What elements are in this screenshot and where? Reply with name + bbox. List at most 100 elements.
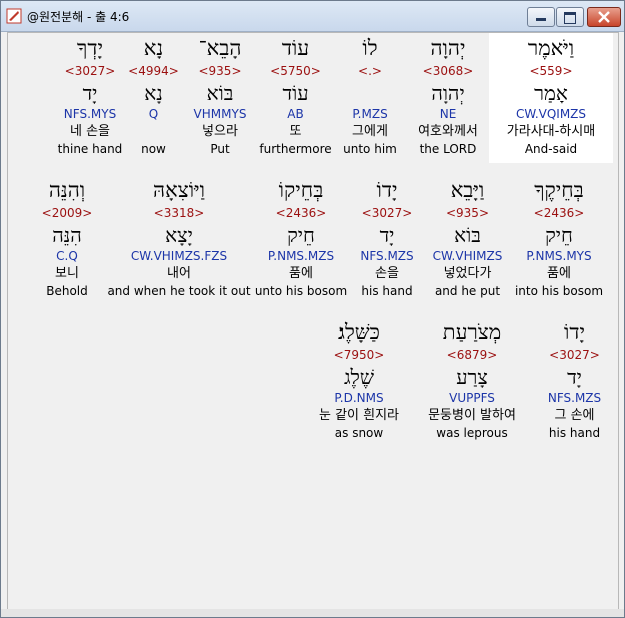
english-gloss: now (141, 142, 166, 156)
hebrew-word: וַיֹּאמֶר (527, 36, 575, 60)
strong-number: <559> (529, 64, 573, 78)
parsing-code: CW.VHIMZS.FZS (130, 249, 228, 263)
word-block[interactable]: עוֹד <5750> עוֹד AB 또 furthermore (258, 33, 333, 163)
word-block[interactable]: וַיֹּאמֶר <559> אָמַר CW.VQIMZS 가라사대-하시매 And-… (489, 33, 613, 163)
hebrew-word: מְצֹרַעַת (442, 320, 502, 344)
analysis-pane[interactable]: וַיֹּאמֶר <559> אָמַר CW.VQIMZS 가라사대-하시매 And-… (7, 32, 619, 610)
strong-number: <3318> (153, 206, 205, 220)
word-block[interactable]: יָדוֹ <3027> יָד NFS.MZS 그 손에 his hand (537, 317, 612, 447)
word-block[interactable]: בְּחֵיקֶךָ <2436> חֵיק P.NMS.MYS 품에 into his … (509, 175, 609, 305)
parsing-code: AB (287, 107, 304, 121)
english-gloss: his hand (361, 284, 413, 298)
korean-gloss: 또 (289, 124, 302, 139)
korean-gloss: 넣었다가 (443, 266, 492, 281)
korean-gloss: 네 손을 (69, 124, 110, 139)
word-block[interactable]: בְּחֵיקוֹ <2436> חֵיק P.NMS.MZS 품에 unto his b… (254, 175, 348, 305)
english-gloss: thine hand (57, 142, 123, 156)
lemma-word: יָד (379, 223, 395, 247)
hebrew-word: יְהוָה (430, 36, 466, 60)
hebrew-word: עוֹד (281, 36, 310, 60)
lemma-word: בּוֹא (206, 81, 234, 105)
english-gloss: and he put (434, 284, 501, 298)
lemma-word: נָא (144, 81, 163, 105)
strong-number: <4994> (128, 64, 179, 78)
close-icon (598, 11, 610, 23)
parsing-code: Q (148, 107, 159, 121)
strong-number: <2436> (533, 206, 585, 220)
hebrew-word: יָדוֹ (564, 320, 585, 344)
korean-gloss: 여호와께서 (418, 124, 478, 139)
word-block[interactable]: וְהִנֵּה <2009> הִנֵּה C.Q 보니 Behold (30, 175, 104, 305)
maximize-button[interactable] (556, 7, 584, 27)
strong-number: <6879> (446, 348, 498, 362)
word-block[interactable]: יְהוָה <3068> יְהוָה NE 여호와께서 the LORD (407, 33, 489, 163)
english-gloss: the LORD (419, 142, 477, 156)
english-gloss: And-said (524, 142, 578, 156)
parsing-code: P.D.NMS (334, 391, 384, 405)
word-block[interactable]: נָא <4994> נָא Qnow (125, 33, 182, 163)
title-bar[interactable]: @원전분해 - 출 4:6 (1, 1, 624, 32)
hebrew-word: בְּחֵיקוֹ (278, 178, 324, 202)
parsing-code: NFS.MYS (63, 107, 117, 121)
minimize-icon (536, 18, 546, 21)
strong-number: <2436> (275, 206, 327, 220)
minimize-button[interactable] (527, 7, 555, 27)
hebrew-word: יָדוֹ (376, 178, 398, 202)
lemma-word (333, 82, 407, 106)
english-gloss: Put (210, 142, 230, 156)
word-block[interactable]: כַּשָּׁלֶג׃ <7950> שֶׁלֶג P.D.NMS 눈 같이 흰지라 as… (305, 317, 413, 447)
parsing-code: VHMMYS (193, 107, 247, 121)
english-gloss: unto him (343, 142, 397, 156)
hebrew-word: כַּשָּׁלֶג׃ (338, 320, 380, 344)
parsing-code: NE (439, 107, 457, 121)
hebrew-word: לוֹ (362, 36, 378, 60)
korean-gloss: 손을 (375, 266, 399, 281)
hebrew-word: וַיָּבֵא (450, 178, 485, 202)
strong-number: <3027> (361, 206, 413, 220)
korean-gloss: 품에 (547, 266, 571, 281)
strong-number: <.> (358, 64, 382, 78)
english-gloss: unto his bosom (254, 284, 348, 298)
parsing-code: NFS.MZS (360, 249, 414, 263)
parsing-code: VUPPFS (449, 391, 495, 405)
hebrew-word: נָא (143, 36, 164, 60)
english-gloss: and when he took it out (107, 284, 251, 298)
hebrew-word: יָדְךָ (77, 36, 103, 60)
korean-gloss: 눈 같이 흰지라 (318, 408, 400, 423)
korean-gloss: 그 손에 (554, 408, 595, 423)
word-block[interactable]: וַיָּבֵא <935> בּוֹא CW.VHIMZS 넣었다가 and he pu… (426, 175, 509, 305)
parsing-code: CW.VQIMZS (515, 107, 587, 121)
word-block[interactable]: לוֹ <.> P.MZS 그에게 unto him (333, 33, 407, 163)
word-block[interactable]: וַיּוֹצִאָהּ <3318> יָצָא CW.VHIMZS.FZS 내어 an… (104, 175, 254, 305)
korean-gloss: 가라사대-하시매 (506, 124, 596, 139)
word-block[interactable]: יָדוֹ <3027> יָד NFS.MZS 손을 his hand (348, 175, 426, 305)
lemma-word: יָד (567, 365, 582, 389)
app-window: @원전분해 - 출 4:6 וַיֹּאמֶר <559> אָמַר CW.VQIM… (0, 0, 625, 618)
close-button[interactable] (587, 7, 621, 27)
hebrew-word: וְהִנֵּה (48, 178, 86, 202)
parsing-code: NFS.MZS (547, 391, 602, 405)
window-frame-bottom (1, 609, 624, 617)
lemma-word: חֵיק (287, 223, 315, 247)
parsing-code: P.NMS.MYS (526, 249, 592, 263)
word-block[interactable]: הָבֵא־ <935> בּוֹא VHMMYS 넣으라 Put (182, 33, 258, 163)
window-title: @원전분해 - 출 4:6 (27, 10, 130, 24)
maximize-icon (564, 12, 576, 24)
lemma-word: אָמַר (534, 81, 568, 105)
lemma-word: בּוֹא (454, 223, 481, 247)
strong-number: <935> (198, 64, 242, 78)
word-block[interactable]: יָדְךָ <3027> יָד NFS.MYS 네 손을 thine hand (52, 33, 128, 163)
hebrew-word: בְּחֵיקֶךָ (534, 178, 584, 202)
strong-number: <3027> (64, 64, 116, 78)
app-icon (6, 8, 22, 24)
strong-number: <935> (445, 206, 489, 220)
korean-gloss: 품에 (289, 266, 313, 281)
english-gloss: furthermore (259, 142, 332, 156)
hebrew-word: הָבֵא־ (198, 36, 242, 60)
word-block[interactable]: מְצֹרַעַת <6879> צָרַע VUPPFS 문둥병이 발하여 was le… (408, 317, 536, 447)
strong-number: <3068> (422, 64, 474, 78)
korean-gloss: 그에게 (352, 124, 388, 139)
korean-gloss: 문둥병이 발하여 (428, 408, 516, 423)
english-gloss: his hand (548, 426, 601, 440)
lemma-word: עוֹד (282, 81, 309, 105)
